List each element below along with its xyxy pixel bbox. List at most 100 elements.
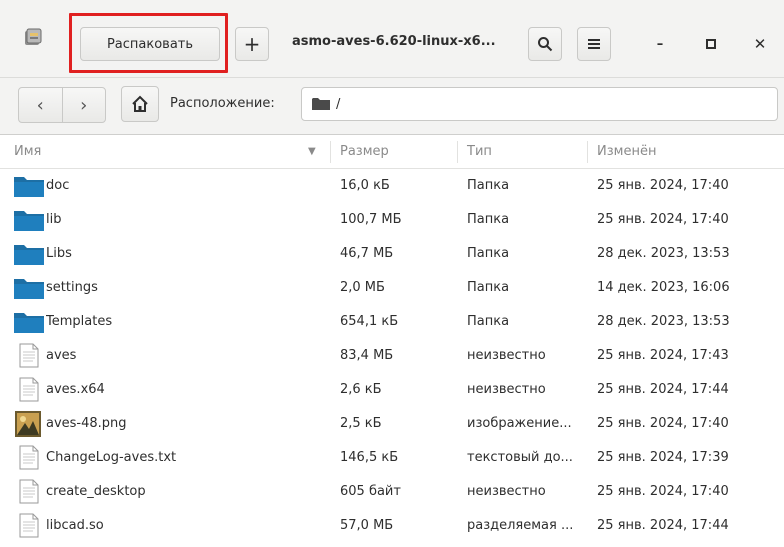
column-type-header[interactable]: Тип	[467, 135, 492, 169]
file-modified: 25 янв. 2024, 17:43	[597, 348, 729, 363]
file-row[interactable]: doc 16,0 кБ Папка 25 янв. 2024, 17:40	[0, 169, 784, 203]
file-name: ChangeLog-aves.txt	[46, 450, 177, 465]
file-modified: 25 янв. 2024, 17:44	[597, 518, 729, 533]
forward-button[interactable]: ›	[61, 88, 106, 122]
column-header: Имя ▼ Размер Тип Изменён	[0, 135, 784, 169]
file-modified: 25 янв. 2024, 17:40	[597, 416, 729, 431]
file-size: 146,5 кБ	[340, 450, 399, 465]
document-icon	[19, 513, 39, 538]
file-modified: 28 дек. 2023, 13:53	[597, 246, 730, 261]
chevron-right-icon: ›	[80, 94, 88, 116]
file-modified: 28 дек. 2023, 13:53	[597, 314, 730, 329]
folder-icon	[14, 211, 44, 231]
column-size-header[interactable]: Размер	[340, 135, 389, 169]
file-modified: 25 янв. 2024, 17:40	[597, 212, 729, 227]
maximize-icon	[706, 39, 716, 49]
file-name: Libs	[46, 246, 72, 261]
file-type: разделяемая ...	[467, 518, 574, 533]
file-type: неизвестно	[467, 382, 546, 397]
file-size: 2,5 кБ	[340, 416, 382, 431]
column-separator[interactable]	[457, 141, 458, 163]
file-size: 57,0 МБ	[340, 518, 394, 533]
file-name: aves-48.png	[46, 416, 127, 431]
file-row[interactable]: aves 83,4 МБ неизвестно 25 янв. 2024, 17…	[0, 339, 784, 373]
file-list: doc 16,0 кБ Папка 25 янв. 2024, 17:40 li…	[0, 169, 784, 543]
location-field[interactable]: /	[301, 87, 778, 121]
column-separator[interactable]	[330, 141, 331, 163]
file-modified: 25 янв. 2024, 17:40	[597, 484, 729, 499]
sort-descending-icon: ▼	[308, 146, 316, 157]
image-icon	[15, 411, 41, 437]
archive-manager-window: Распаковать + asmo-aves-6.620-linux-x6..…	[0, 0, 784, 547]
folder-icon	[14, 245, 44, 265]
file-type: неизвестно	[467, 348, 546, 363]
chevron-left-icon: ‹	[36, 94, 44, 116]
column-modified-header[interactable]: Изменён	[597, 135, 656, 169]
file-name: libcad.so	[46, 518, 104, 533]
file-row[interactable]: aves-48.png 2,5 кБ изображение... 25 янв…	[0, 407, 784, 441]
file-row[interactable]: ChangeLog-aves.txt 146,5 кБ текстовый до…	[0, 441, 784, 475]
menu-button[interactable]	[577, 27, 611, 61]
file-row[interactable]: Templates 654,1 кБ Папка 28 дек. 2023, 1…	[0, 305, 784, 339]
folder-icon	[312, 98, 330, 110]
file-type: Папка	[467, 314, 510, 329]
file-row[interactable]: aves.x64 2,6 кБ неизвестно 25 янв. 2024,…	[0, 373, 784, 407]
file-row[interactable]: libcad.so 57,0 МБ разделяемая ... 25 янв…	[0, 509, 784, 543]
file-row[interactable]: Libs 46,7 МБ Папка 28 дек. 2023, 13:53	[0, 237, 784, 271]
maximize-button[interactable]	[697, 30, 725, 58]
file-size: 46,7 МБ	[340, 246, 394, 261]
file-size: 16,0 кБ	[340, 178, 390, 193]
file-name: settings	[46, 280, 98, 295]
home-icon	[132, 95, 148, 112]
file-row[interactable]: lib 100,7 МБ Папка 25 янв. 2024, 17:40	[0, 203, 784, 237]
location-path: /	[336, 96, 341, 112]
file-name: Templates	[46, 314, 113, 329]
document-icon	[19, 479, 39, 504]
file-row[interactable]: create_desktop 605 байт неизвестно 25 ян…	[0, 475, 784, 509]
search-button[interactable]	[528, 27, 562, 61]
header-bar: Распаковать + asmo-aves-6.620-linux-x6..…	[0, 0, 784, 77]
folder-icon	[14, 313, 44, 333]
column-name-header[interactable]: Имя	[14, 135, 41, 169]
file-row[interactable]: settings 2,0 МБ Папка 14 дек. 2023, 16:0…	[0, 271, 784, 305]
file-name: aves	[46, 348, 77, 363]
close-button[interactable]: ✕	[746, 30, 774, 58]
column-separator[interactable]	[587, 141, 588, 163]
file-name: doc	[46, 178, 70, 193]
window-title: asmo-aves-6.620-linux-x6...	[292, 34, 496, 49]
close-icon: ✕	[753, 35, 767, 53]
file-size: 83,4 МБ	[340, 348, 394, 363]
minimize-icon: –	[656, 36, 664, 52]
file-modified: 14 дек. 2023, 16:06	[597, 280, 730, 295]
hamburger-menu-icon	[588, 39, 600, 49]
back-button[interactable]: ‹	[19, 88, 62, 122]
file-size: 100,7 МБ	[340, 212, 402, 227]
document-icon	[19, 377, 39, 402]
folder-icon	[14, 177, 44, 197]
document-icon	[19, 445, 39, 470]
navigation-buttons: ‹ ›	[18, 87, 106, 123]
file-type: Папка	[467, 280, 510, 295]
document-icon	[19, 343, 39, 368]
file-type: текстовый до...	[467, 450, 573, 465]
add-icon: +	[243, 32, 261, 56]
file-size: 654,1 кБ	[340, 314, 399, 329]
file-type: Папка	[467, 178, 510, 193]
file-type: Папка	[467, 246, 510, 261]
archive-app-icon	[25, 28, 42, 45]
minimize-button[interactable]: –	[646, 30, 674, 58]
file-type: Папка	[467, 212, 510, 227]
home-button[interactable]	[121, 86, 159, 122]
file-size: 2,6 кБ	[340, 382, 382, 397]
file-type: изображение...	[467, 416, 572, 431]
search-icon	[538, 37, 553, 52]
file-type: неизвестно	[467, 484, 546, 499]
file-size: 2,0 МБ	[340, 280, 385, 295]
add-files-button[interactable]: +	[235, 27, 269, 61]
file-size: 605 байт	[340, 484, 401, 499]
file-name: create_desktop	[46, 484, 146, 499]
file-name: lib	[46, 212, 62, 227]
file-modified: 25 янв. 2024, 17:40	[597, 178, 729, 193]
folder-icon	[14, 279, 44, 299]
file-modified: 25 янв. 2024, 17:44	[597, 382, 729, 397]
